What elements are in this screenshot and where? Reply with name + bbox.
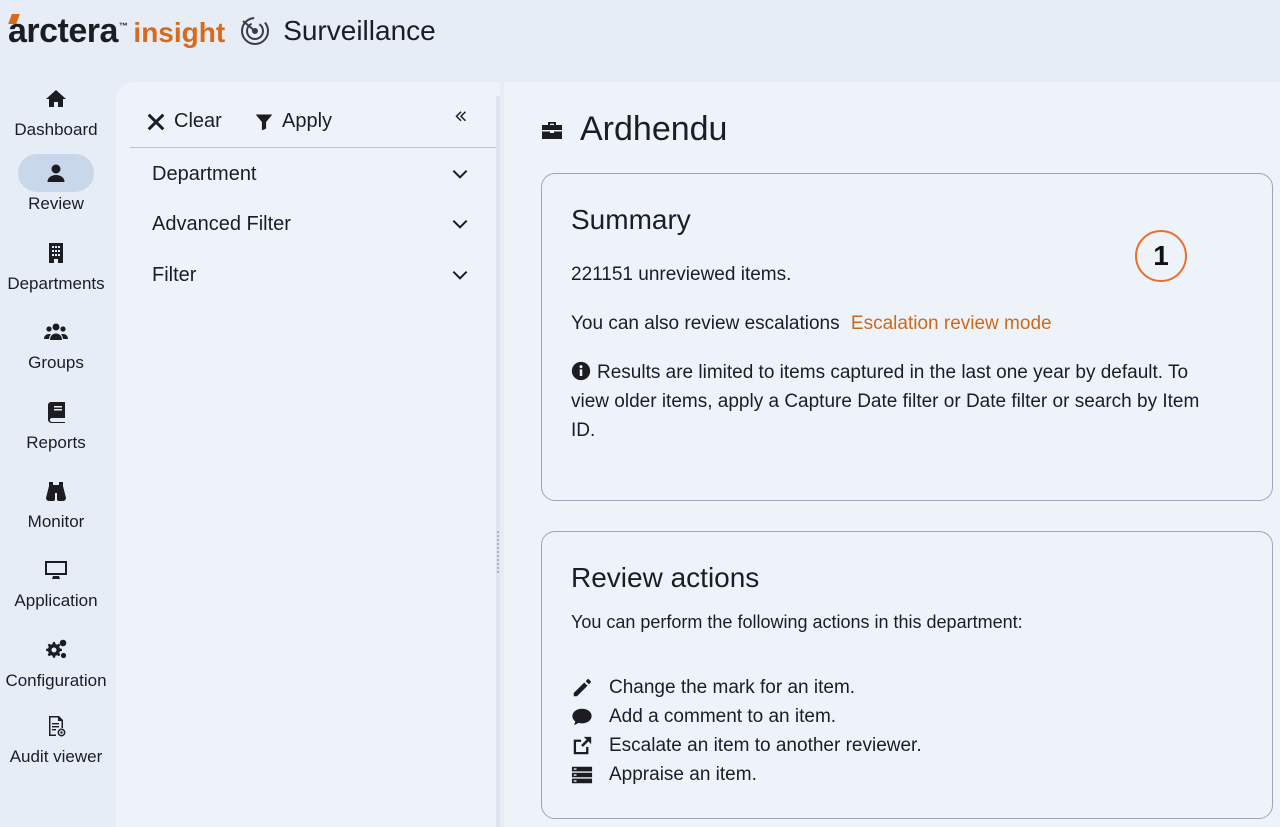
comment-icon — [572, 708, 592, 726]
summary-card: Summary 1 221151 unreviewed items. You c… — [541, 173, 1273, 501]
department-accordion[interactable]: Department — [130, 154, 470, 194]
clear-button[interactable]: Clear — [146, 110, 222, 133]
building-icon — [18, 234, 94, 272]
action-label: Change the mark for an item. — [609, 677, 856, 698]
nav-item-review[interactable]: Review — [0, 154, 112, 214]
surveillance-radar-icon — [241, 17, 270, 45]
action-label: Add a comment to an item. — [609, 706, 837, 727]
brand-suffix: insight — [133, 17, 226, 48]
nav-item-monitor[interactable]: Monitor — [0, 472, 112, 532]
results-limit-note: Results are limited to items captured in… — [571, 358, 1261, 445]
nav-label: Dashboard — [14, 120, 98, 139]
chevron-down-icon — [452, 169, 468, 179]
arctera-logo: arctera™ — [8, 11, 128, 51]
close-icon — [147, 113, 165, 130]
callout-number-badge: 1 — [1135, 230, 1187, 282]
nav-label: Configuration — [5, 671, 107, 690]
external-link-icon — [573, 736, 592, 755]
nav-item-audit-viewer[interactable]: Audit viewer — [0, 707, 112, 767]
nav-item-application[interactable]: Application — [0, 551, 112, 611]
server-stack-icon — [571, 766, 593, 784]
nav-item-departments[interactable]: Departments — [0, 234, 112, 294]
binoculars-icon — [18, 472, 94, 510]
double-chevron-left-icon — [455, 111, 467, 122]
escalation-line: You can also review escalations Escalati… — [571, 309, 1052, 338]
action-appraise: Appraise an item. — [571, 764, 757, 786]
chevron-down-icon — [452, 219, 468, 229]
home-icon — [18, 80, 94, 118]
review-actions-card: Review actions You can perform the follo… — [541, 531, 1273, 819]
nav-label: Groups — [28, 353, 84, 372]
filter-accordion[interactable]: Filter — [130, 255, 470, 295]
review-actions-intro: You can perform the following actions in… — [571, 612, 1023, 632]
review-actions-heading: Review actions — [571, 562, 760, 593]
accordion-label: Filter — [152, 263, 197, 286]
nav-label: Audit viewer — [9, 747, 103, 766]
nav-item-dashboard[interactable]: Dashboard — [0, 80, 112, 140]
nav-label: Review — [28, 194, 84, 213]
escalation-review-mode-link[interactable]: Escalation review mode — [851, 313, 1052, 334]
nav-label: Reports — [26, 433, 86, 452]
nav-label: Monitor — [27, 512, 85, 531]
action-label: Appraise an item. — [609, 764, 757, 785]
nav-item-reports[interactable]: Reports — [0, 393, 112, 453]
nav-label: Application — [14, 591, 98, 610]
nav-item-groups[interactable]: Groups — [0, 313, 112, 373]
info-icon — [571, 361, 591, 381]
escalation-text: You can also review escalations — [571, 313, 840, 334]
note-line-1: Results are limited to items captured in… — [597, 362, 1189, 383]
page-title-text: Ardhendu — [580, 110, 728, 148]
users-icon — [18, 313, 94, 351]
audit-doc-icon — [18, 707, 94, 745]
panel-resize-divider[interactable] — [496, 96, 500, 827]
page-title: Ardhendu — [540, 110, 727, 149]
note-line-2: view older items, apply a Capture Date f… — [571, 391, 1200, 412]
pencil-icon — [573, 679, 591, 697]
unreviewed-items-link[interactable]: 221151 unreviewed items. — [571, 260, 791, 289]
action-escalate: Escalate an item to another reviewer. — [571, 735, 922, 757]
briefcase-icon — [542, 121, 562, 139]
user-icon — [18, 154, 94, 192]
monitor-icon — [18, 551, 94, 589]
app-title: Surveillance — [283, 15, 436, 46]
collapse-panel-button[interactable] — [452, 108, 476, 132]
summary-heading: Summary — [571, 204, 691, 235]
trademark-symbol: ™ — [118, 21, 128, 32]
resize-grip-handle[interactable] — [496, 530, 500, 574]
apply-button[interactable]: Apply — [254, 110, 332, 133]
chevron-down-icon — [452, 270, 468, 280]
app-header: arctera™ insight Surveillance — [0, 0, 1280, 62]
nav-label: Departments — [7, 274, 105, 293]
left-navigation: Dashboard Review Departments Groups Repo… — [0, 62, 112, 827]
clear-button-label: Clear — [174, 110, 222, 132]
accordion-label: Department — [152, 162, 257, 185]
gears-icon — [18, 631, 94, 669]
action-add-comment: Add a comment to an item. — [571, 706, 836, 728]
action-change-mark: Change the mark for an item. — [571, 677, 855, 699]
action-label: Escalate an item to another reviewer. — [609, 735, 922, 756]
accordion-label: Advanced Filter — [152, 212, 291, 235]
advanced-filter-accordion[interactable]: Advanced Filter — [130, 204, 470, 244]
note-line-3: ID. — [571, 420, 596, 441]
funnel-icon — [255, 114, 273, 130]
brand-name: arctera — [8, 11, 118, 50]
nav-item-configuration[interactable]: Configuration — [0, 631, 112, 691]
apply-button-label: Apply — [282, 110, 333, 132]
book-icon — [18, 393, 94, 431]
filter-toolbar: Clear Apply — [130, 102, 496, 148]
